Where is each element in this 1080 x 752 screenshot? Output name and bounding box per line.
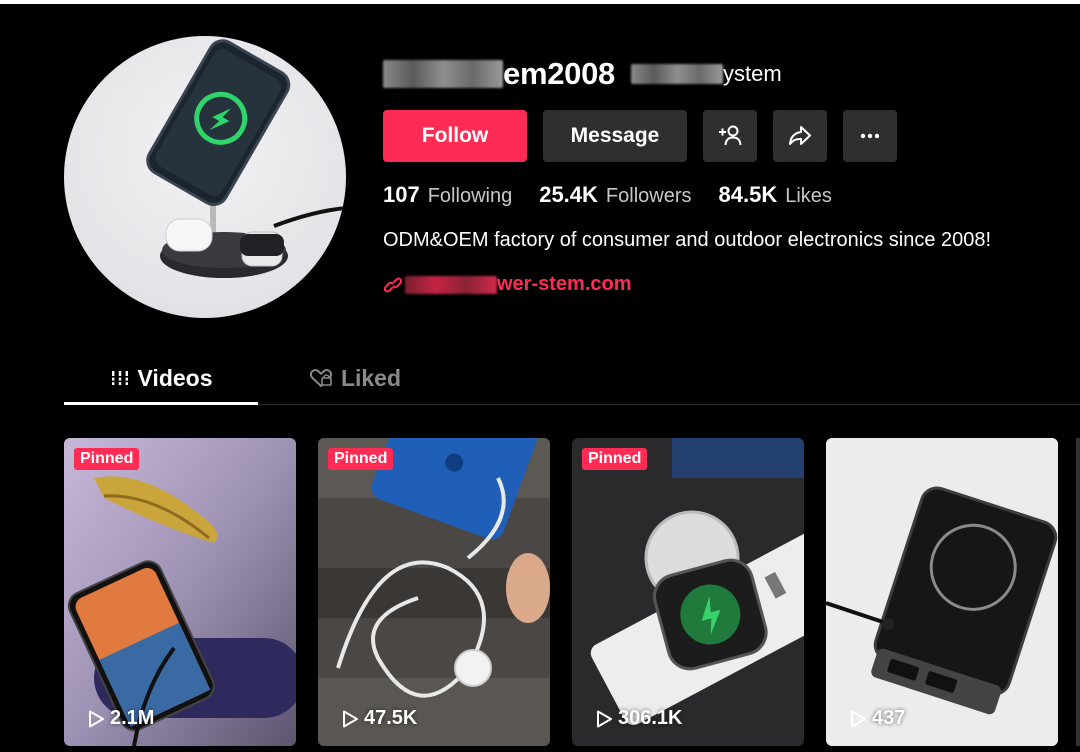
stat-likes: 84.5K Likes [719,182,832,208]
heart-lock-icon [309,369,333,387]
stat-following[interactable]: 107 Following [383,182,512,208]
profile-tabs: Videos Liked [64,352,1080,405]
video-thumbnail [318,438,550,746]
stat-likes-label: Likes [785,185,832,207]
stat-following-value: 107 [383,182,420,207]
view-count-value: 306.1K [618,707,683,729]
follow-button[interactable]: Follow [383,110,527,162]
share-button[interactable] [773,110,827,162]
video-card[interactable]: Pinned 2.1M [64,438,296,746]
play-icon [343,710,358,727]
view-count-value: 2.1M [110,707,155,729]
video-card[interactable]: Pinned 306.1K [572,438,804,746]
add-user-icon [719,125,742,146]
more-button[interactable] [843,110,897,162]
stat-followers-value: 25.4K [539,182,598,207]
pinned-badge: Pinned [74,448,140,470]
video-grid: Pinned 2.1M Pinned 47.5K Pinned 306.1K 4… [64,438,1058,746]
tab-liked[interactable]: Liked [258,352,452,404]
link-redaction [405,275,497,294]
view-count: 437 [848,707,905,730]
nickname: ystem [722,61,782,86]
message-button[interactable]: Message [543,110,687,162]
play-icon [89,710,104,727]
profile-link[interactable]: wer-stem.com [383,273,632,296]
stat-following-label: Following [427,185,513,207]
nickname-redaction [630,64,723,84]
top-border [0,0,1080,4]
pinned-badge: Pinned [582,448,648,470]
video-thumbnail [64,438,296,746]
profile-link-text[interactable]: wer-stem.com [497,273,632,296]
stat-likes-value: 84.5K [718,182,778,207]
view-count-value: 437 [872,707,906,729]
active-tab-indicator [64,402,258,405]
video-card-partial[interactable] [1076,438,1080,746]
stat-followers-label: Followers [605,185,692,207]
avatar-image [146,39,346,278]
view-count: 47.5K [340,707,417,730]
profile-stats: 107 Following 25.4K Followers 84.5K Like… [383,182,859,208]
play-icon [597,710,612,727]
view-count-value: 47.5K [364,707,418,729]
link-icon [383,277,403,292]
add-friend-button[interactable] [703,110,757,162]
username: em2008 [503,56,615,91]
video-card[interactable]: 437 [826,438,1058,746]
grid-icon [109,371,130,385]
tab-liked-label: Liked [340,364,402,391]
view-count: 2.1M [86,707,154,730]
video-thumbnail [572,438,804,746]
video-thumbnail [826,438,1058,746]
username-redaction [383,60,503,88]
share-icon [789,126,811,145]
profile-actions: Follow Message [383,110,897,162]
view-count: 306.1K [594,707,683,730]
name-row: em2008 ystem [383,56,782,92]
stat-followers[interactable]: 25.4K Followers [539,182,691,208]
tab-videos-label: Videos [137,364,213,391]
avatar[interactable] [64,36,346,318]
video-card[interactable]: Pinned 47.5K [318,438,550,746]
play-icon [851,710,866,727]
tab-videos[interactable]: Videos [64,352,258,404]
more-icon [860,133,880,139]
profile-bio: ODM&OEM factory of consumer and outdoor … [383,229,992,251]
pinned-badge: Pinned [328,448,394,470]
